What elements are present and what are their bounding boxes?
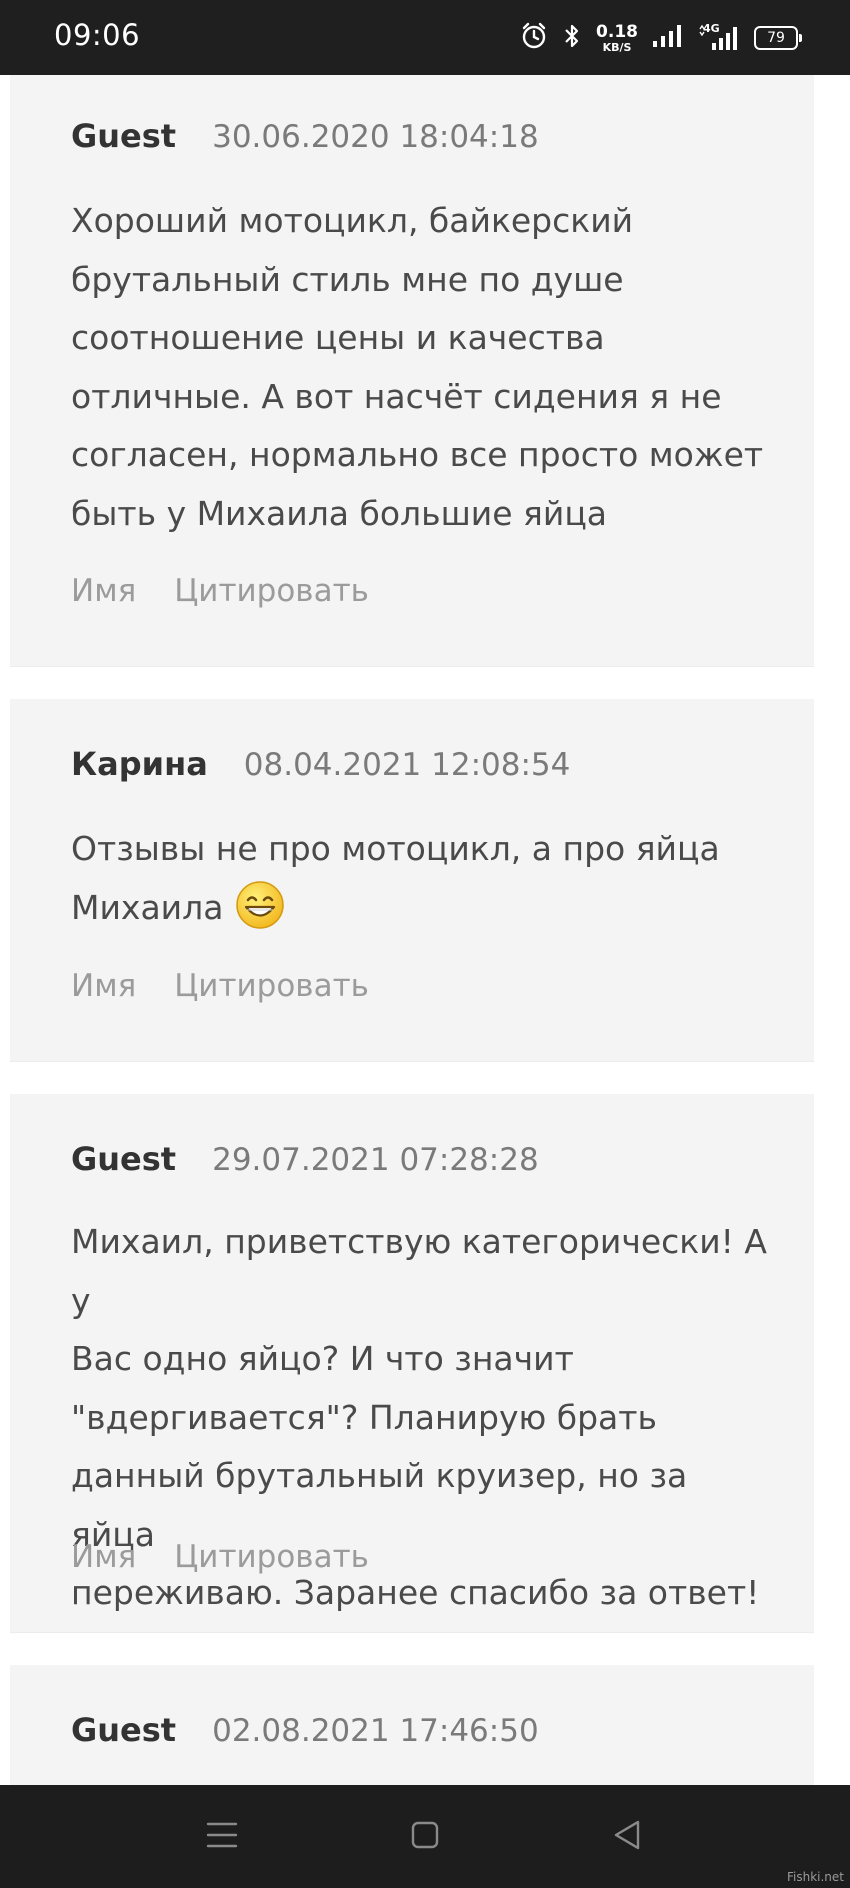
- watermark: Fishki.net: [786, 1870, 844, 1884]
- signal-icon: [652, 23, 684, 53]
- name-link[interactable]: Имя: [71, 968, 136, 1004]
- comment-header: Guest 02.08.2021 17:46:50: [71, 1711, 539, 1749]
- network-speed-value: 0.18: [596, 21, 638, 42]
- comment-line: "вдергивается"? Планирую брать: [71, 1397, 657, 1437]
- comment-line: соотношение цены и качества: [71, 318, 605, 357]
- comment-line: брутальный стиль мне по душе: [71, 259, 624, 299]
- comment-line: Отзывы не про мотоцикл, а про яйца: [71, 829, 720, 868]
- comment-line: отличные. А вот насчёт сидения я не: [71, 376, 722, 416]
- comment-author: Guest: [71, 117, 177, 155]
- name-link[interactable]: Имя: [71, 573, 136, 609]
- quote-link[interactable]: Цитировать: [174, 968, 369, 1004]
- comment-line: Михаил, приветствую категорически! А у: [71, 1222, 767, 1320]
- quote-link[interactable]: Цитировать: [174, 573, 369, 609]
- network-speed-unit: KB/S: [602, 40, 632, 54]
- comment-card: Guest 29.07.2021 07:28:28 Михаил, привет…: [10, 1094, 814, 1633]
- comment-date: 29.07.2021 07:28:28: [212, 1142, 539, 1178]
- signal-4g-icon: 4G: [698, 22, 740, 53]
- comment-line: Хороший мотоцикл, байкерский: [71, 201, 634, 240]
- comment-line: Михаила: [71, 887, 224, 927]
- status-icons: 0.18 KB/S 4G 79: [520, 20, 802, 56]
- menu-icon[interactable]: [202, 1815, 242, 1855]
- grinning-face-icon: [235, 880, 285, 930]
- comment-author: Guest: [71, 1140, 177, 1178]
- status-bar: 09:06 0.18 KB/S 4G 79: [0, 0, 850, 75]
- alarm-icon: [520, 22, 548, 54]
- name-link[interactable]: Имя: [71, 1539, 136, 1575]
- comment-date: 30.06.2020 18:04:18: [212, 119, 539, 155]
- comment-author: Guest: [71, 1711, 177, 1749]
- comment-date: 08.04.2021 12:08:54: [243, 747, 571, 783]
- back-icon[interactable]: [608, 1815, 648, 1855]
- comment-line: Вас одно яйцо? И что значит: [71, 1339, 574, 1378]
- comment-text: Отзывы не про мотоцикл, а про яйца Михаи…: [71, 820, 771, 937]
- comment-text: Хороший мотоцикл, байкерский брутальный …: [71, 192, 771, 543]
- comment-header: Карина 08.04.2021 12:08:54: [71, 745, 570, 783]
- comment-line-with-emoji: Михаила: [71, 879, 771, 938]
- comment-author: Карина: [71, 745, 208, 783]
- comment-actions: Имя Цитировать: [71, 968, 369, 1004]
- comment-card: Guest 30.06.2020 18:04:18 Хороший мотоци…: [10, 75, 814, 667]
- comment-date: 02.08.2021 17:46:50: [212, 1713, 539, 1749]
- bluetooth-icon: [562, 22, 582, 54]
- quote-link[interactable]: Цитировать: [174, 1539, 369, 1575]
- comment-header: Guest 29.07.2021 07:28:28: [71, 1140, 539, 1178]
- comment-actions: Имя Цитировать: [71, 573, 369, 609]
- battery-icon: 79: [754, 26, 802, 50]
- network-speed: 0.18 KB/S: [596, 21, 638, 54]
- comments-list: Guest 30.06.2020 18:04:18 Хороший мотоци…: [0, 75, 850, 1785]
- comment-line: согласен, нормально все просто может: [71, 435, 764, 474]
- comment-line: быть у Михаила большие яйца: [71, 493, 608, 533]
- navigation-bar: Fishki.net: [0, 1785, 850, 1888]
- comment-card: Карина 08.04.2021 12:08:54 Отзывы не про…: [10, 699, 814, 1062]
- status-time: 09:06: [54, 18, 141, 52]
- comment-actions: Имя Цитировать: [71, 1539, 369, 1575]
- home-icon[interactable]: [405, 1815, 445, 1855]
- comment-header: Guest 30.06.2020 18:04:18: [71, 117, 539, 155]
- comment-card: Guest 02.08.2021 17:46:50: [10, 1665, 814, 1785]
